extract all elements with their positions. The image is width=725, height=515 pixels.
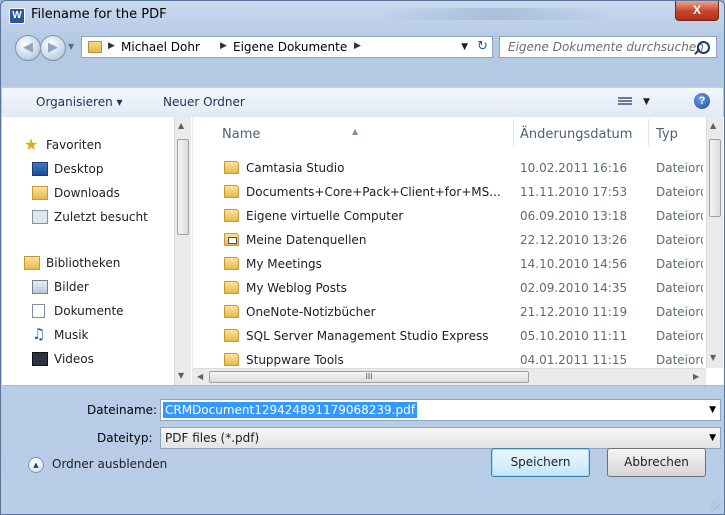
desktop-icon — [32, 162, 48, 176]
filename-label: Dateiname: — [87, 403, 158, 417]
column-header-name[interactable]: Name ▲ — [193, 117, 513, 150]
forward-button[interactable]: ▶ — [40, 35, 66, 61]
help-icon[interactable]: ? — [694, 93, 710, 109]
refresh-icon[interactable]: ↻ — [477, 39, 488, 54]
chevron-down-icon[interactable]: ▼ — [709, 433, 716, 443]
scroll-thumb[interactable] — [177, 139, 189, 235]
save-button[interactable]: Speichern — [491, 448, 590, 477]
file-row[interactable]: Camtasia Studio10.02.2011 16:16Dateiordn… — [193, 157, 703, 181]
file-row[interactable]: My Meetings14.10.2010 14:56Dateiordner — [193, 253, 703, 277]
filename-input[interactable]: CRMDocument129424891179068239.pdf ▼ — [160, 399, 721, 421]
nav-pane-scrollbar[interactable]: ▲ ▼ — [174, 117, 191, 385]
search-icon[interactable] — [697, 41, 710, 54]
scroll-thumb[interactable] — [709, 139, 721, 217]
music-icon: ♫ — [32, 325, 46, 343]
folder-icon — [224, 161, 239, 174]
filetype-value: PDF files (*.pdf) — [165, 431, 260, 445]
filetype-select[interactable]: PDF files (*.pdf) ▼ — [160, 427, 721, 449]
file-row[interactable]: SQL Server Management Studio Express 05.1… — [193, 325, 703, 349]
file-list-vertical-scrollbar[interactable]: ▲ ▼ — [706, 117, 723, 368]
libraries-icon — [24, 256, 40, 270]
background-window-title-blur — [381, 8, 611, 20]
folder-icon — [224, 185, 239, 198]
navigation-pane: ★ Favoriten Desktop Downloads Zuletzt be… — [2, 117, 191, 385]
scroll-right-icon[interactable]: ▶ — [693, 372, 699, 381]
scroll-left-icon[interactable]: ◀ — [197, 372, 203, 381]
view-dropdown-icon[interactable]: ▼ — [643, 97, 650, 107]
file-list-pane: Name ▲ Änderungsdatum Typ Camtasia Studi… — [192, 117, 724, 385]
column-header-date[interactable]: Änderungsdatum — [513, 117, 648, 150]
downloads-folder-icon — [32, 186, 48, 200]
file-row[interactable]: Stuppware Tools04.01.2011 11:15Dateiordn… — [193, 349, 703, 368]
resize-grip-icon[interactable] — [711, 501, 721, 511]
recent-places-icon — [32, 210, 48, 224]
scroll-up-icon[interactable]: ▲ — [710, 121, 716, 130]
cancel-button[interactable]: Abbrechen — [607, 448, 706, 477]
breadcrumb-chevron-icon[interactable]: ▶ — [220, 41, 227, 51]
organize-menu[interactable]: Organisieren ▾ — [36, 95, 123, 109]
folder-icon — [224, 353, 239, 366]
folder-icon — [224, 257, 239, 270]
breadcrumb-item[interactable]: Eigene Dokumente — [233, 40, 347, 54]
folder-icon — [224, 281, 239, 294]
folder-icon — [224, 305, 239, 318]
column-header-type[interactable]: Typ — [648, 117, 706, 150]
close-button[interactable]: X — [675, 1, 719, 21]
new-folder-button[interactable]: Neuer Ordner — [163, 95, 245, 109]
scroll-up-icon[interactable]: ▲ — [178, 121, 184, 130]
search-box[interactable]: Eigene Dokumente durchsuchen — [499, 36, 717, 58]
breadcrumb-chevron-icon[interactable]: ▶ — [354, 41, 361, 51]
file-row[interactable]: OneNote-Notizbücher 21.12.2010 11:19 Datei… — [193, 301, 703, 325]
scroll-down-icon[interactable]: ▼ — [710, 353, 716, 362]
folder-icon — [88, 41, 102, 53]
file-row[interactable]: My Weblog Posts02.09.2010 14:35Dateiordn… — [193, 277, 703, 301]
breadcrumb-chevron-icon[interactable]: ▶ — [108, 41, 115, 51]
word-app-icon: W — [9, 8, 25, 24]
scroll-thumb[interactable]: III — [209, 371, 529, 383]
documents-icon — [32, 304, 45, 318]
filename-value: CRMDocument129424891179068239.pdf — [163, 402, 417, 418]
videos-icon — [32, 352, 48, 366]
file-row[interactable]: Meine Datenquellen 22.12.2010 13:26 Dateio… — [193, 229, 703, 253]
star-icon: ★ — [24, 135, 39, 154]
file-row[interactable]: Documents+Core+Pack+Client+for+MS... 11.1… — [193, 181, 703, 205]
filetype-label: Dateityp: — [97, 431, 153, 445]
address-bar[interactable]: ▶ Michael Dohr ▶ Eigene Dokumente ▶ ▼ ↻ — [81, 36, 493, 58]
search-placeholder: Eigene Dokumente durchsuchen — [508, 40, 704, 54]
collapse-chevron-icon: ▲ — [28, 457, 44, 473]
folder-icon — [224, 329, 239, 342]
command-toolbar: Organisieren ▾ Neuer Ordner ▼ ? — [2, 87, 723, 118]
chevron-down-icon[interactable]: ▼ — [709, 405, 716, 415]
back-button[interactable]: ◀ — [15, 35, 41, 61]
address-dropdown-icon[interactable]: ▼ — [461, 42, 468, 52]
sort-ascending-icon: ▲ — [352, 127, 359, 136]
pictures-icon — [32, 280, 48, 294]
file-list-horizontal-scrollbar[interactable]: ◀ III ▶ — [193, 368, 706, 385]
recent-locations-dropdown-icon[interactable]: ▼ — [68, 42, 74, 51]
save-dialog: W Filename for the PDF X ◀ ▶ ▼ ▶ Michael… — [0, 0, 725, 515]
navigation-bar: ◀ ▶ ▼ ▶ Michael Dohr ▶ Eigene Dokumente … — [9, 32, 719, 62]
browser-content: ★ Favoriten Desktop Downloads Zuletzt be… — [2, 117, 724, 386]
data-sources-folder-icon — [224, 233, 239, 246]
file-row[interactable]: Eigene virtuelle Computer 06.09.2010 13:1… — [193, 205, 703, 229]
view-options-icon[interactable] — [618, 96, 632, 107]
window-title: Filename for the PDF — [31, 7, 167, 22]
breadcrumb-item[interactable]: Michael Dohr — [121, 40, 200, 54]
folder-icon — [224, 209, 239, 222]
title-bar: W Filename for the PDF X — [1, 1, 724, 29]
scroll-down-icon[interactable]: ▼ — [178, 371, 184, 380]
